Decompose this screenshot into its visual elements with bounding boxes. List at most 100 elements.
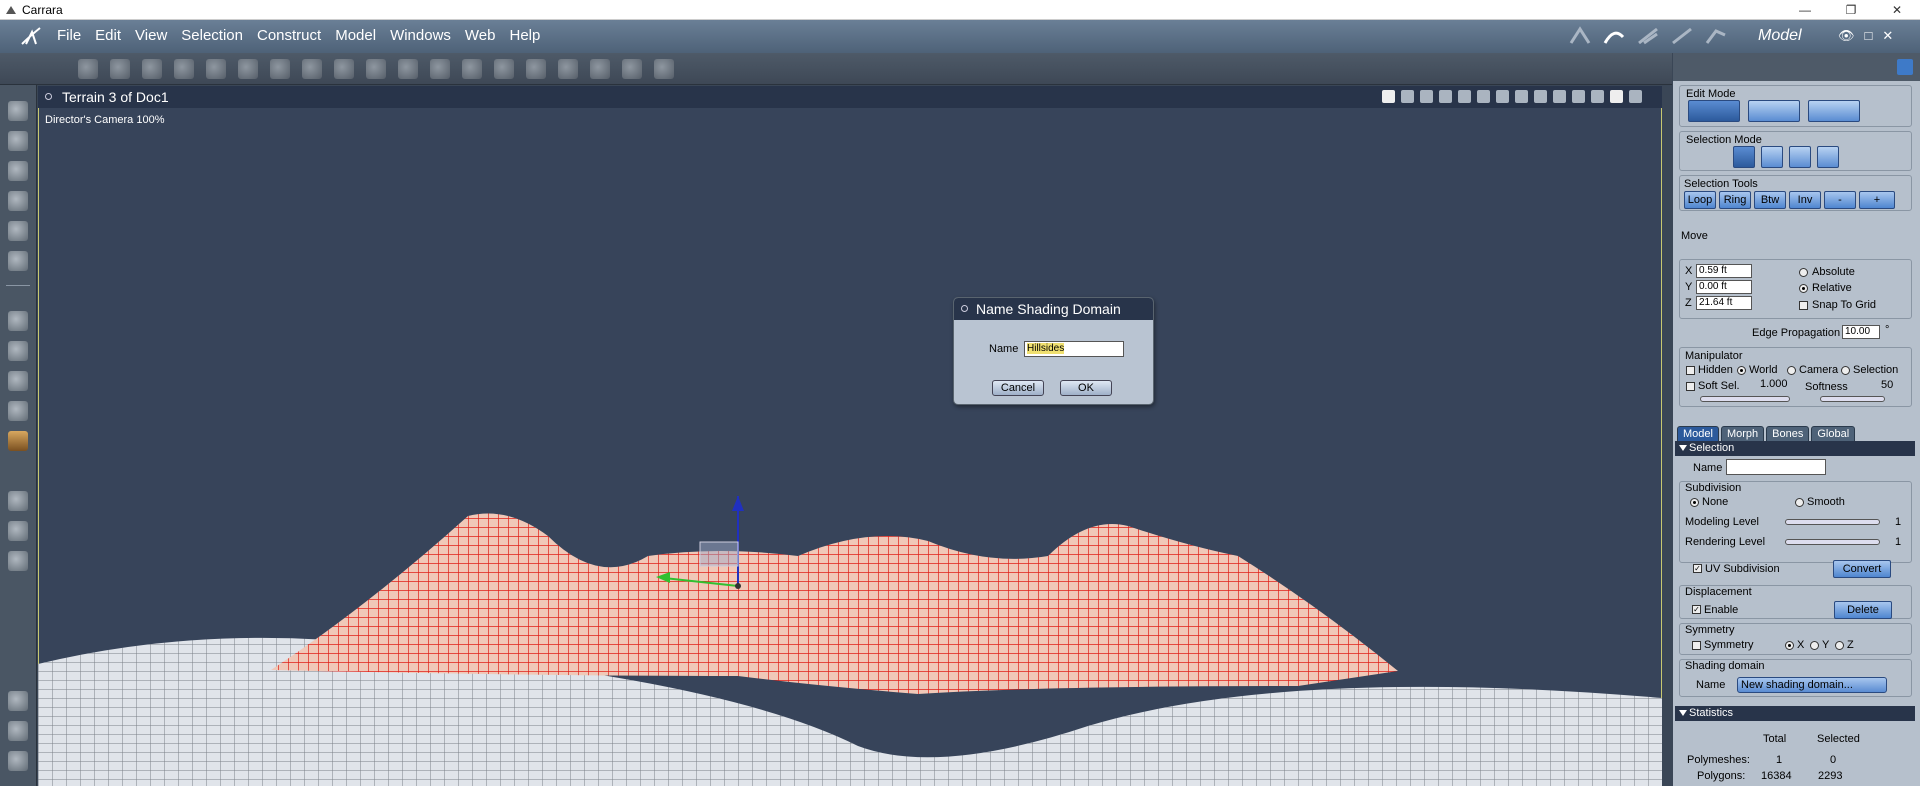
weld-tool-icon[interactable]	[206, 59, 226, 79]
brush-icon[interactable]	[8, 221, 28, 241]
viewport[interactable]: Terrain 3 of Doc1 Director's Camera 100%	[38, 86, 1662, 786]
shrink-button[interactable]: -	[1824, 191, 1856, 209]
menu-view[interactable]: View	[128, 27, 174, 44]
tab-model[interactable]: Model	[1677, 426, 1719, 442]
absolute-radio[interactable]	[1799, 268, 1808, 277]
terrain-mesh[interactable]	[38, 86, 1662, 786]
menu-windows[interactable]: Windows	[383, 27, 458, 44]
polyline-tool-icon[interactable]	[110, 59, 130, 79]
minimize-button[interactable]: —	[1782, 0, 1828, 20]
zoom-icon[interactable]	[8, 551, 28, 571]
track-icon[interactable]	[8, 371, 28, 391]
z-field[interactable]: 21.64 ft	[1696, 296, 1752, 310]
statistics-section-header[interactable]: Statistics	[1675, 706, 1915, 721]
edit-mode-vertex-icon[interactable]	[1748, 100, 1800, 122]
model-room-icon[interactable]	[1602, 25, 1626, 47]
sphere-tool-icon[interactable]	[78, 59, 98, 79]
bucket-tool-icon[interactable]	[462, 59, 482, 79]
menu-selection[interactable]: Selection	[174, 27, 250, 44]
convert-button[interactable]: Convert	[1833, 560, 1891, 578]
bevel-tool-icon[interactable]	[238, 59, 258, 79]
displacement-enable-checkbox[interactable]: ✓	[1692, 605, 1701, 614]
ring-button[interactable]: Ring	[1719, 191, 1751, 209]
sweep-tool-icon[interactable]	[270, 59, 290, 79]
magnet-tool-icon[interactable]	[142, 59, 162, 79]
edit-mode-mesh-icon[interactable]	[1808, 100, 1860, 122]
pen-tool-icon[interactable]	[526, 59, 546, 79]
grow-button[interactable]: +	[1859, 191, 1895, 209]
lathe-tool-icon[interactable]	[334, 59, 354, 79]
tab-global[interactable]: Global	[1811, 426, 1856, 442]
orbit-icon[interactable]	[8, 311, 28, 331]
scale-tool-icon[interactable]	[622, 59, 642, 79]
camera-icon[interactable]	[8, 491, 28, 511]
lasso-icon[interactable]	[8, 721, 28, 741]
selection-name-field[interactable]	[1726, 459, 1826, 475]
panel-menu-icon[interactable]	[1897, 59, 1913, 75]
menu-edit[interactable]: Edit	[88, 27, 128, 44]
eye-icon[interactable]: 👁	[1838, 28, 1855, 44]
selection-section-header[interactable]: Selection	[1675, 441, 1915, 456]
hand-icon[interactable]	[8, 521, 28, 541]
bridge-tool-icon[interactable]	[398, 59, 418, 79]
rendering-level-slider[interactable]	[1785, 539, 1880, 545]
select-vertex-icon[interactable]	[1761, 146, 1783, 168]
smooth-tool-icon[interactable]	[590, 59, 610, 79]
fill-tool-icon[interactable]	[430, 59, 450, 79]
rotate-icon[interactable]	[8, 161, 28, 181]
uv-subdivision-checkbox[interactable]: ✓	[1693, 564, 1702, 573]
menu-file[interactable]: File	[50, 27, 88, 44]
marquee-icon[interactable]	[8, 691, 28, 711]
select-object-icon[interactable]	[1733, 146, 1755, 168]
tab-morph[interactable]: Morph	[1720, 426, 1765, 442]
shading-domain-dropdown[interactable]: New shading domain...	[1737, 677, 1887, 693]
dialog-name-input[interactable]: Hillsides	[1024, 341, 1124, 357]
symmetry-y-radio[interactable]	[1810, 641, 1819, 650]
ok-button[interactable]: OK	[1060, 380, 1112, 396]
menu-web[interactable]: Web	[458, 27, 503, 44]
symmetry-x-radio[interactable]	[1785, 641, 1794, 650]
drop-tool-icon[interactable]	[494, 59, 514, 79]
select-arrow-icon[interactable]	[8, 101, 28, 121]
scale-icon[interactable]	[8, 191, 28, 211]
sphere-navigator-icon[interactable]	[8, 401, 28, 421]
extrude-tool-icon[interactable]	[302, 59, 322, 79]
maximize-icon[interactable]: □	[1865, 28, 1873, 44]
close-button[interactable]: ✕	[1874, 0, 1920, 20]
render-room-icon[interactable]	[1704, 25, 1728, 47]
world-radio[interactable]	[1737, 366, 1746, 375]
texture-box-icon[interactable]	[8, 431, 28, 451]
soft-sel-slider[interactable]	[1700, 396, 1790, 402]
soft-sel-checkbox[interactable]	[1686, 382, 1695, 391]
edge-propagation-field[interactable]: 10.00	[1842, 325, 1880, 339]
close-icon[interactable]: ✕	[1882, 28, 1893, 44]
assemble-room-icon[interactable]	[1568, 25, 1592, 47]
texture-room-icon[interactable]	[1670, 25, 1694, 47]
paint-select-icon[interactable]	[8, 751, 28, 771]
symmetry-z-radio[interactable]	[1835, 641, 1844, 650]
edit-mode-polygon-icon[interactable]	[1688, 100, 1740, 122]
camera-radio[interactable]	[1787, 366, 1796, 375]
restore-button[interactable]: ❐	[1828, 0, 1874, 20]
menu-help[interactable]: Help	[503, 27, 548, 44]
snap-to-grid-checkbox[interactable]	[1799, 301, 1808, 310]
subdivision-smooth-radio[interactable]	[1795, 498, 1804, 507]
hidden-checkbox[interactable]	[1686, 366, 1695, 375]
x-field[interactable]: 0.59 ft	[1696, 264, 1752, 278]
move-tool-icon[interactable]	[654, 59, 674, 79]
symmetry-checkbox[interactable]	[1692, 641, 1701, 650]
knife-tool-icon[interactable]	[174, 59, 194, 79]
menu-construct[interactable]: Construct	[250, 27, 328, 44]
morph-tool-icon[interactable]	[558, 59, 578, 79]
menu-model[interactable]: Model	[328, 27, 383, 44]
cancel-button[interactable]: Cancel	[992, 380, 1044, 396]
invert-button[interactable]: Inv	[1789, 191, 1821, 209]
move-arrow-icon[interactable]	[8, 131, 28, 151]
dolly-icon[interactable]	[8, 341, 28, 361]
selection-radio[interactable]	[1841, 366, 1850, 375]
select-face-icon[interactable]	[1817, 146, 1839, 168]
wand-icon[interactable]	[8, 251, 28, 271]
select-edge-icon[interactable]	[1789, 146, 1811, 168]
cup-tool-icon[interactable]	[366, 59, 386, 79]
softness-slider[interactable]	[1820, 396, 1885, 402]
